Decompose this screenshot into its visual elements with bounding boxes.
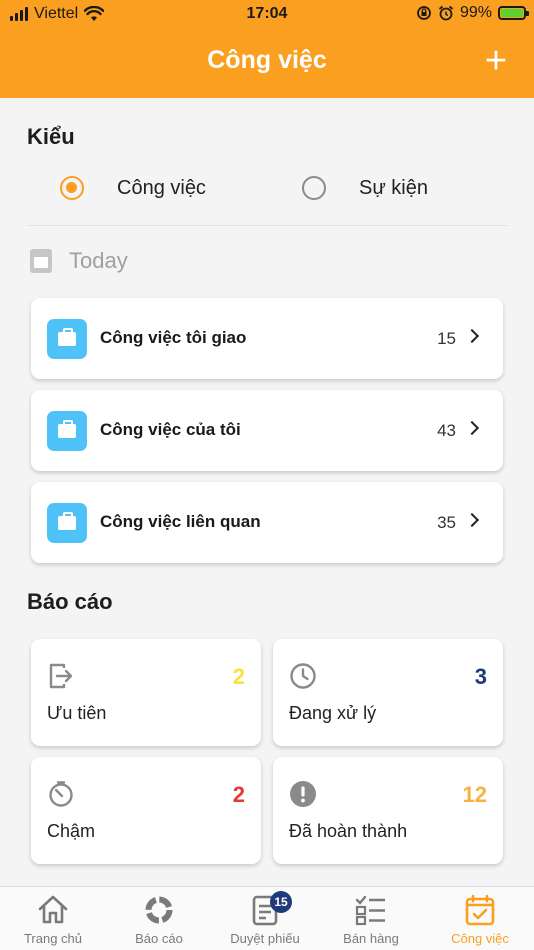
radio-label: Công việc [117, 176, 206, 199]
tab-label: Trang chủ [23, 931, 83, 946]
tab-label: Công việc [451, 931, 509, 946]
calendar-icon [30, 249, 52, 273]
type-radio-group: Công việc Sự kiện [0, 174, 534, 202]
report-section-title: Báo cáo [27, 589, 113, 614]
tab-bao-cao[interactable]: Báo cáo [106, 887, 212, 950]
radio-label: Sự kiện [359, 176, 428, 199]
stat-value: 2 [232, 664, 245, 689]
stat-label: Chậm [47, 821, 96, 841]
page-title: Công việc [207, 46, 327, 74]
radio-su-kien[interactable]: Sự kiện [302, 176, 428, 200]
tab-duyet-phieu[interactable]: 15 Duyệt phiếu [212, 887, 318, 950]
stat-value: 3 [474, 664, 487, 689]
task-label: Công việc của tôi [100, 420, 241, 439]
exit-icon [49, 663, 73, 689]
stat-label: Ưu tiên [47, 703, 107, 723]
alert-circle-icon [290, 781, 316, 807]
stat-card-processing[interactable]: 3 Đang xử lý [273, 639, 503, 746]
tab-trang-chu[interactable]: Trang chủ [0, 887, 106, 950]
stat-card-completed[interactable]: 12 Đã hoàn thành [273, 757, 503, 864]
bottom-tab-bar: Trang chủ Báo cáo 15 Duyệt phiếu Bán hàn… [0, 886, 534, 950]
tab-ban-hang[interactable]: Bán hàng [318, 887, 424, 950]
task-card-mine[interactable]: Công việc của tôi 43 [31, 390, 503, 471]
notification-badge: 15 [270, 891, 292, 913]
radio-cong-viec[interactable]: Công việc [60, 176, 206, 200]
stat-label: Đang xử lý [289, 703, 377, 723]
task-label: Công việc liên quan [100, 512, 261, 531]
chevron-right-icon [464, 420, 480, 436]
checklist-icon [355, 895, 385, 926]
today-row: Today [30, 248, 128, 274]
divider [27, 225, 508, 226]
task-label: Công việc tôi giao [100, 328, 247, 347]
briefcase-icon [47, 411, 87, 451]
stat-card-late[interactable]: 2 Chậm [31, 757, 261, 864]
status-bar: Viettel 17:04 99% [0, 0, 534, 28]
tab-label: Bán hàng [343, 931, 399, 946]
home-icon [38, 895, 68, 924]
add-button[interactable]: + [478, 42, 514, 82]
title-bar: Công việc + [0, 42, 534, 82]
task-count: 15 [437, 329, 456, 348]
type-section-title: Kiểu [27, 124, 75, 149]
stat-label: Đã hoàn thành [289, 821, 408, 841]
stat-value: 12 [462, 782, 487, 807]
tab-cong-viec[interactable]: Công việc [427, 887, 533, 950]
tab-label: Báo cáo [135, 931, 183, 946]
calendar-check-icon [465, 894, 495, 926]
radio-checked-icon [60, 176, 84, 200]
timer-off-icon [49, 781, 73, 807]
task-count: 35 [437, 513, 456, 532]
chevron-right-icon [464, 328, 480, 344]
chevron-right-icon [464, 512, 480, 528]
alarm-icon [438, 5, 454, 21]
battery-icon [498, 6, 529, 20]
task-card-assigned[interactable]: Công việc tôi giao 15 [31, 298, 503, 379]
task-card-related[interactable]: Công việc liên quan 35 [31, 482, 503, 563]
battery-percent: 99% [459, 4, 492, 21]
chart-icon [145, 896, 173, 924]
radio-unchecked-icon [302, 176, 326, 200]
today-label: Today [69, 248, 128, 273]
clock-icon [290, 663, 316, 689]
briefcase-icon [47, 319, 87, 359]
orientation-lock-icon [417, 6, 431, 20]
app-header: Viettel 17:04 99% Công việc + [0, 0, 534, 98]
task-count: 43 [437, 421, 456, 440]
stat-value: 2 [232, 782, 245, 807]
briefcase-icon [47, 503, 87, 543]
tab-label: Duyệt phiếu [230, 931, 300, 946]
stat-card-priority[interactable]: 2 Ưu tiên [31, 639, 261, 746]
